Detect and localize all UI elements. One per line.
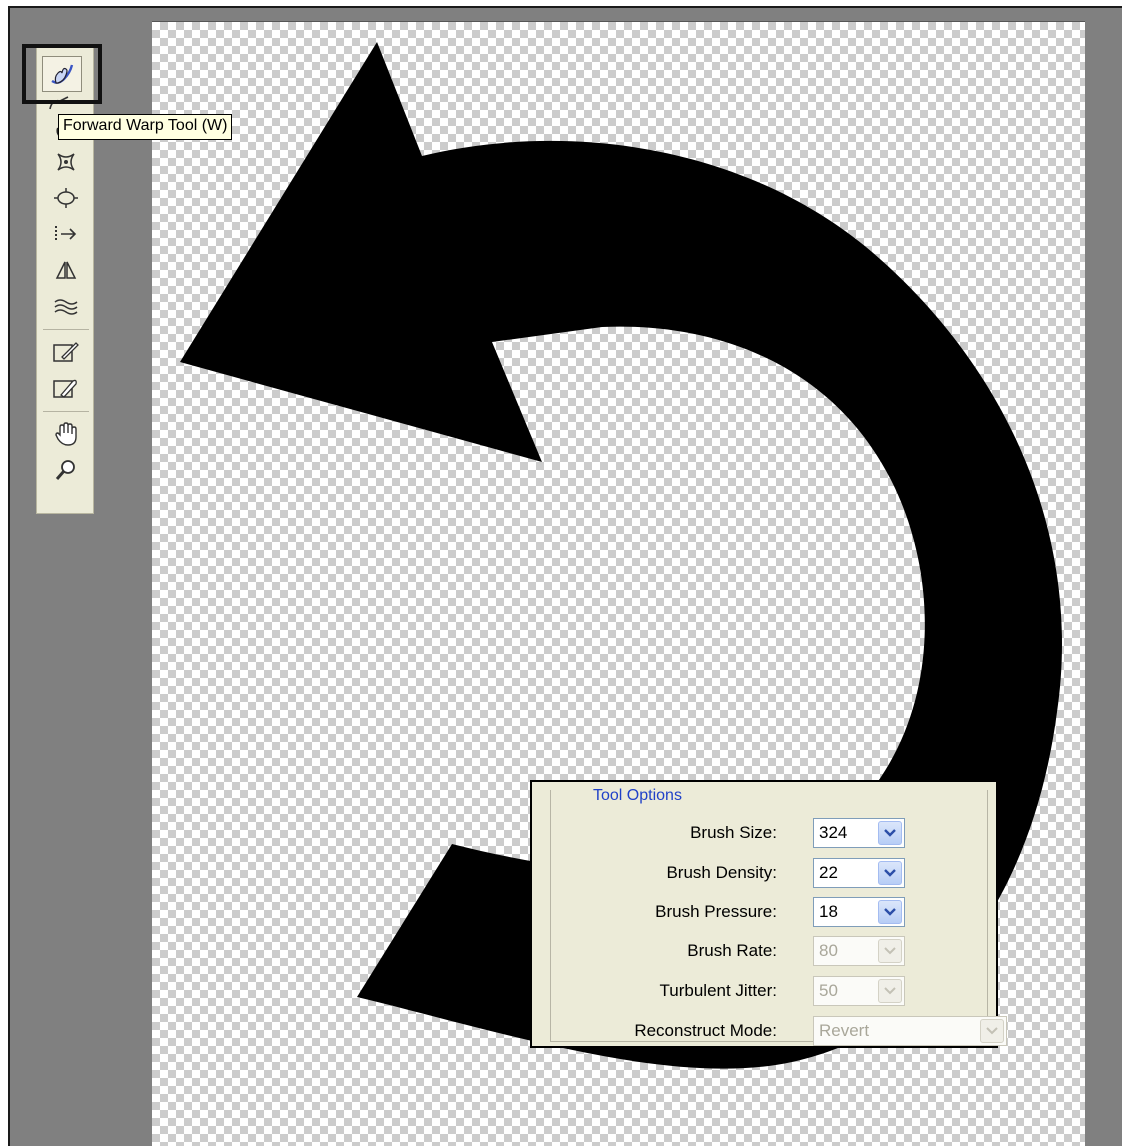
brush-size-value[interactable]: 324 bbox=[819, 819, 847, 847]
brush-size-label: Brush Size: bbox=[690, 823, 777, 842]
brush-size-combo[interactable]: 324 bbox=[813, 818, 905, 848]
pucker-icon bbox=[57, 153, 75, 171]
chevron-down-icon bbox=[884, 829, 896, 837]
tool-options-legend: Tool Options bbox=[591, 787, 684, 804]
turbulent-jitter-value: 50 bbox=[819, 981, 838, 1000]
brush-density-value[interactable]: 22 bbox=[819, 859, 838, 887]
turbulence-tool-button[interactable] bbox=[49, 291, 83, 321]
turbulence-icon bbox=[54, 299, 78, 315]
brush-rate-dropdown-button bbox=[878, 939, 902, 963]
reconstruct-mode-value: Revert bbox=[819, 1021, 870, 1040]
reconstruct-mode-select: Revert bbox=[813, 1016, 1007, 1046]
chevron-down-icon bbox=[884, 987, 896, 995]
reconstruct-mode-dropdown-button bbox=[980, 1019, 1004, 1043]
active-tool-highlight bbox=[22, 44, 102, 104]
bloat-icon bbox=[54, 188, 78, 208]
tool-tooltip: Forward Warp Tool (W) bbox=[58, 114, 233, 140]
freeze-mask-tool-button[interactable] bbox=[49, 337, 83, 367]
bloat-tool-button[interactable] bbox=[49, 183, 83, 213]
brush-pressure-value[interactable]: 18 bbox=[819, 898, 838, 926]
brush-rate-label: Brush Rate: bbox=[687, 941, 777, 960]
brush-rate-value: 80 bbox=[819, 941, 838, 960]
push-left-icon bbox=[55, 226, 77, 242]
brush-density-combo[interactable]: 22 bbox=[813, 858, 905, 888]
chevron-down-icon bbox=[884, 947, 896, 955]
hand-tool-button[interactable] bbox=[49, 419, 83, 449]
brush-rate-combo: 80 bbox=[813, 936, 905, 966]
reconstruct-mode-label: Reconstruct Mode: bbox=[634, 1021, 777, 1040]
turbulent-jitter-label: Turbulent Jitter: bbox=[659, 981, 777, 1000]
thaw-mask-tool-button[interactable] bbox=[49, 373, 83, 403]
brush-pressure-label: Brush Pressure: bbox=[655, 902, 777, 921]
turbulent-jitter-combo: 50 bbox=[813, 976, 905, 1006]
chevron-down-icon bbox=[884, 908, 896, 916]
brush-pressure-dropdown-button[interactable] bbox=[878, 900, 902, 924]
chevron-down-icon bbox=[884, 869, 896, 877]
freeze-mask-icon bbox=[53, 342, 79, 362]
thaw-mask-icon bbox=[53, 379, 77, 398]
turbulent-jitter-dropdown-button bbox=[878, 979, 902, 1003]
zoom-icon bbox=[55, 460, 75, 480]
hand-icon bbox=[55, 422, 77, 446]
brush-density-dropdown-button[interactable] bbox=[878, 861, 902, 885]
tool-options-group: Tool Options Brush Size: 324 Brush Densi… bbox=[550, 787, 1007, 1046]
push-left-tool-button[interactable] bbox=[49, 219, 83, 249]
mirror-tool-button[interactable] bbox=[49, 255, 83, 285]
pucker-tool-button[interactable] bbox=[49, 147, 83, 177]
zoom-tool-button[interactable] bbox=[49, 455, 83, 485]
mirror-icon bbox=[55, 261, 77, 279]
chevron-down-icon bbox=[986, 1027, 998, 1035]
brush-size-dropdown-button[interactable] bbox=[878, 821, 902, 845]
brush-density-label: Brush Density: bbox=[666, 863, 777, 882]
brush-pressure-combo[interactable]: 18 bbox=[813, 897, 905, 927]
tool-options-panel: Tool Options Brush Size: 324 Brush Densi… bbox=[530, 780, 1007, 1048]
